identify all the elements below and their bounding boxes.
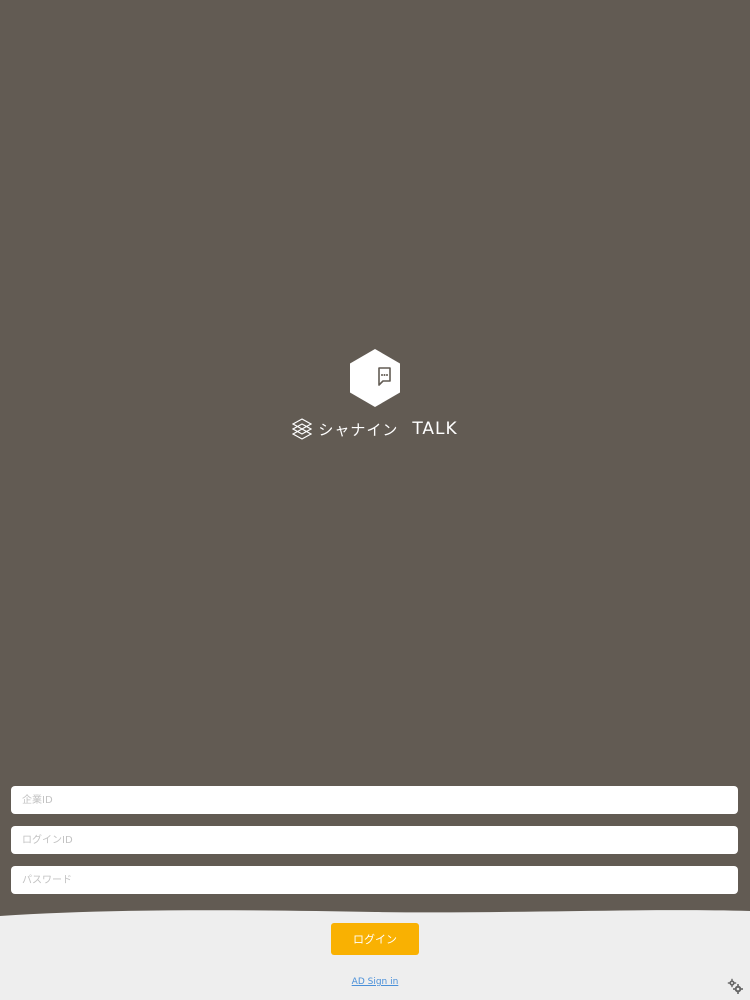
- gears-icon[interactable]: [727, 978, 743, 994]
- brand-name-kana: シャナイン: [318, 420, 399, 439]
- brand-mark-icon: [292, 418, 313, 440]
- ad-signin-link[interactable]: AD Sign in: [0, 977, 750, 987]
- login-button[interactable]: ログイン: [331, 923, 419, 955]
- brand-name-talk: TALK: [412, 419, 458, 439]
- company-id-input[interactable]: [11, 786, 738, 814]
- login-id-input[interactable]: [11, 826, 738, 854]
- ad-signin-label[interactable]: AD Sign in: [352, 977, 399, 987]
- brand-wordmark: シャナイン TALK: [0, 416, 750, 442]
- hexagon-chat-icon: [350, 349, 400, 407]
- app-logo: シャナイン TALK: [0, 348, 750, 448]
- password-input[interactable]: [11, 866, 738, 894]
